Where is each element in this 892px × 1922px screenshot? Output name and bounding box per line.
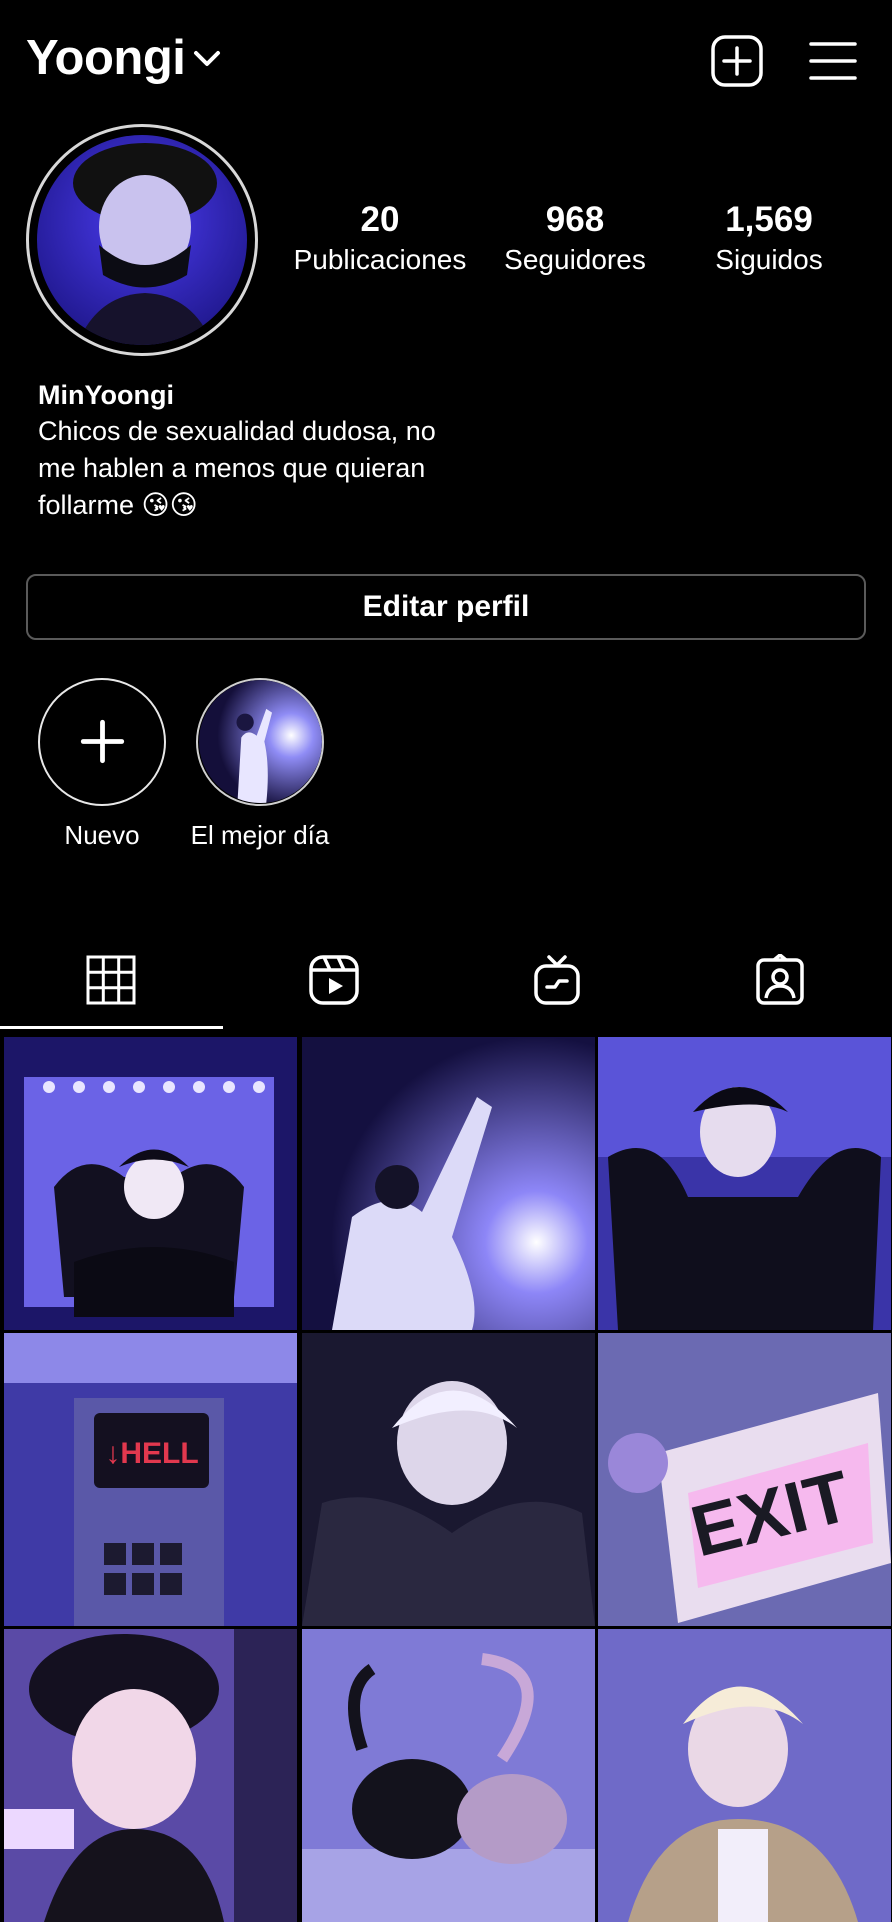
profile-stats: 20 Publicaciones 968 Seguidores 1,569 Si… [280,200,880,290]
bio-description: Chicos de sexualidad dudosa, no me hable… [38,416,436,520]
new-highlight-circle [38,678,166,806]
post-thumbnail[interactable] [302,1629,595,1922]
highlight-label: Nuevo [64,820,140,850]
highlight-cover [196,678,324,806]
post-thumbnail[interactable] [302,1333,595,1626]
svg-text:↓HELL: ↓HELL [105,1437,198,1470]
highlight-new[interactable]: Nuevo [32,678,172,851]
post-thumbnail[interactable] [598,1037,891,1330]
tagged-person-icon [756,954,804,1005]
bio-display-name: MinYoongi [38,380,174,410]
post-thumbnail[interactable] [302,1037,595,1330]
add-post-icon [711,35,763,87]
post-thumbnail[interactable]: ↓HELL [4,1333,297,1626]
menu-button[interactable] [808,34,858,88]
profile-bio: MinYoongi Chicos de sexualidad dudosa, n… [38,380,478,524]
followers-count: 968 [545,200,605,239]
edit-profile-button[interactable]: Editar perfil [26,574,866,640]
profile-tabs [0,940,892,1030]
highlight-el-mejor-dia[interactable]: El mejor día [190,678,330,851]
post-thumbnail[interactable]: EXIT [598,1333,891,1626]
account-username[interactable]: Yoongi [26,30,186,86]
posts-label: Publicaciones [293,244,467,275]
plus-icon [80,719,124,764]
profile-header: Yoongi [0,0,892,125]
followers-label: Seguidores [504,244,646,275]
chevron-down-icon[interactable] [192,48,222,70]
posts-count: 20 [360,200,400,239]
following-label: Siguidos [715,244,823,275]
avatar-image [37,135,247,345]
active-tab-indicator [0,1026,223,1029]
tab-igtv[interactable] [446,940,669,1030]
highlight-label: El mejor día [190,820,330,850]
stat-followers[interactable]: 968 Seguidores [475,200,675,276]
grid-icon [86,955,136,1005]
tab-reels[interactable] [223,940,446,1030]
tab-tagged[interactable] [669,940,892,1030]
igtv-icon [534,955,580,1005]
reels-icon [309,955,359,1005]
profile-avatar[interactable] [26,124,258,356]
post-thumbnail[interactable] [4,1629,297,1922]
post-thumbnail[interactable] [598,1629,891,1922]
hamburger-menu-icon [809,42,857,80]
following-count: 1,569 [725,200,813,239]
stat-following[interactable]: 1,569 Siguidos [669,200,869,276]
add-post-button[interactable] [710,34,764,88]
stat-posts[interactable]: 20 Publicaciones [280,200,480,276]
tab-posts-grid[interactable] [0,940,223,1030]
post-thumbnail[interactable] [4,1037,297,1330]
